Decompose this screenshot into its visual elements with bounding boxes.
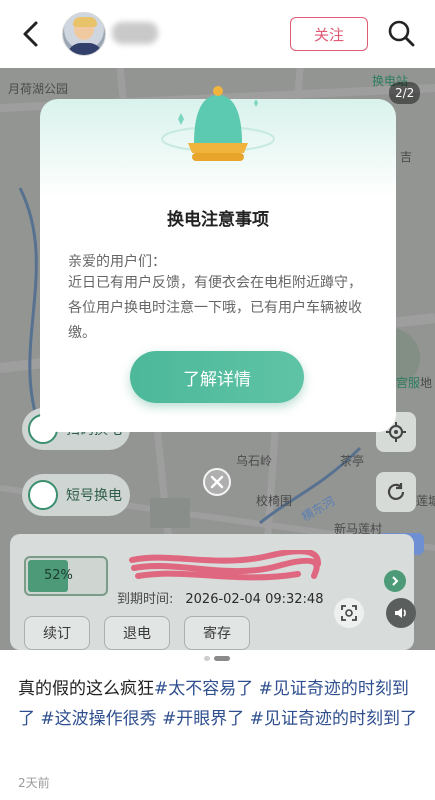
app-screenshot[interactable]: 月荷湖公园 换电站 吉 宫服 地 乌石岭 校椅围 茶亭 新马莲村 横东河 莲塘 …: [0, 68, 435, 650]
map-label: 乌石岭: [236, 454, 273, 468]
map-label: 吉: [400, 150, 413, 164]
modal-body: 近日已有用户反馈，有便衣会在电柜附近蹲守，各位用户换电时注意一下哦，已有用户车辆…: [68, 275, 362, 341]
follow-button[interactable]: 关注: [290, 17, 368, 51]
map-label: 校椅围: [256, 494, 293, 508]
hashtag-link[interactable]: #这波操作很秀: [40, 709, 156, 729]
chevron-right-icon[interactable]: [384, 570, 406, 592]
chat-icon: [28, 480, 58, 510]
speaker-icon[interactable]: [386, 598, 416, 628]
blurred-username: [112, 22, 158, 44]
close-icon[interactable]: [203, 468, 231, 496]
carousel-dot: [204, 656, 210, 661]
renew-button[interactable]: 续订: [24, 616, 90, 650]
map-label: 宫服: [396, 376, 421, 390]
learn-more-button[interactable]: 了解详情: [130, 351, 304, 403]
scan-icon[interactable]: [334, 598, 364, 628]
search-icon[interactable]: [386, 18, 416, 48]
code-swap-label: 短号换电: [66, 488, 122, 504]
hashtag-link[interactable]: #见证奇迹的时刻到了: [250, 709, 417, 729]
map-label: 月荷湖公园: [8, 82, 69, 96]
map-label: 茶亭: [340, 454, 365, 468]
chevron-left-icon[interactable]: [16, 18, 48, 50]
map-label: 地: [420, 376, 433, 390]
refresh-icon: [387, 483, 405, 500]
battery-gauge: 52%: [24, 556, 108, 596]
avatar[interactable]: [62, 12, 106, 56]
caption-text: 真的假的这么疯狂: [18, 679, 154, 699]
modal-title: 换电注意事项: [167, 210, 269, 230]
code-swap-button[interactable]: 短号换电: [22, 474, 130, 516]
notice-modal: 换电注意事项 亲爱的用户们： 近日已有用户反馈，有便衣会在电柜附近蹲守，各位用户…: [40, 86, 396, 432]
post-caption: 真的假的这么疯狂#太不容易了 #见证奇迹的时刻到了 #这波操作很秀 #开眼界了 …: [18, 674, 422, 734]
deposit-button[interactable]: 寄存: [184, 616, 250, 650]
carousel-dot-active: [214, 656, 230, 661]
map-label: 莲塘: [416, 494, 435, 508]
page-indicator: 2/2: [389, 82, 421, 104]
due-value: 2026-02-04 09:32:48: [185, 592, 324, 607]
hashtag-link[interactable]: #开眼界了: [162, 709, 244, 729]
due-label: 到期时间:: [117, 592, 174, 607]
carousel-dots: [0, 654, 435, 664]
refresh-button[interactable]: [376, 472, 416, 512]
due-date-row: 到期时间: 2026-02-04 09:32:48: [117, 588, 323, 607]
battery-percent: 52%: [44, 568, 73, 583]
redaction-scribble: [129, 550, 321, 581]
return-battery-button[interactable]: 退电: [104, 616, 170, 650]
modal-greeting: 亲爱的用户们：: [68, 254, 166, 270]
bell-icon: [161, 86, 275, 161]
hashtag-link[interactable]: #太不容易了: [154, 679, 253, 699]
battery-card: 52% 到期时间: 2026-02-04 09:32:48 续订 退电 寄存: [10, 534, 416, 650]
post-time: 2天前: [18, 776, 50, 790]
top-bar: 关注: [0, 0, 435, 68]
